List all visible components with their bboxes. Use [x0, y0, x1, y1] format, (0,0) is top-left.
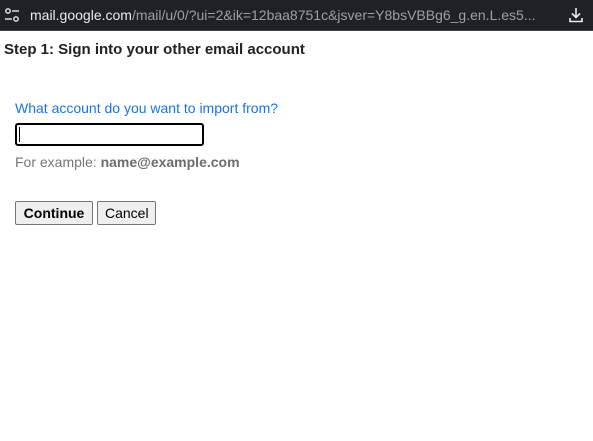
- cancel-button[interactable]: Cancel: [97, 201, 156, 225]
- example-hint: For example: name@example.com: [15, 154, 240, 170]
- continue-button[interactable]: Continue: [15, 201, 93, 225]
- email-address-input[interactable]: [15, 123, 204, 146]
- text-cursor: [19, 127, 20, 142]
- import-question-label: What account do you want to import from?: [15, 100, 279, 116]
- example-prefix: For example:: [15, 154, 101, 170]
- url-text[interactable]: mail.google.com/mail/u/0/?ui=2&ik=12baa8…: [30, 7, 535, 23]
- url-host: mail.google.com: [30, 7, 132, 23]
- url-path: /mail/u/0/?ui=2&ik=12baa8751c&jsver=Y8bs…: [131, 7, 535, 23]
- download-icon[interactable]: [567, 6, 585, 24]
- example-value: name@example.com: [100, 154, 240, 170]
- browser-address-bar: mail.google.com/mail/u/0/?ui=2&ik=12baa8…: [0, 0, 593, 31]
- page-content: Step 1: Sign into your other email accou…: [0, 31, 593, 441]
- site-info-icon[interactable]: [4, 7, 20, 23]
- page-title: Step 1: Sign into your other email accou…: [4, 41, 305, 58]
